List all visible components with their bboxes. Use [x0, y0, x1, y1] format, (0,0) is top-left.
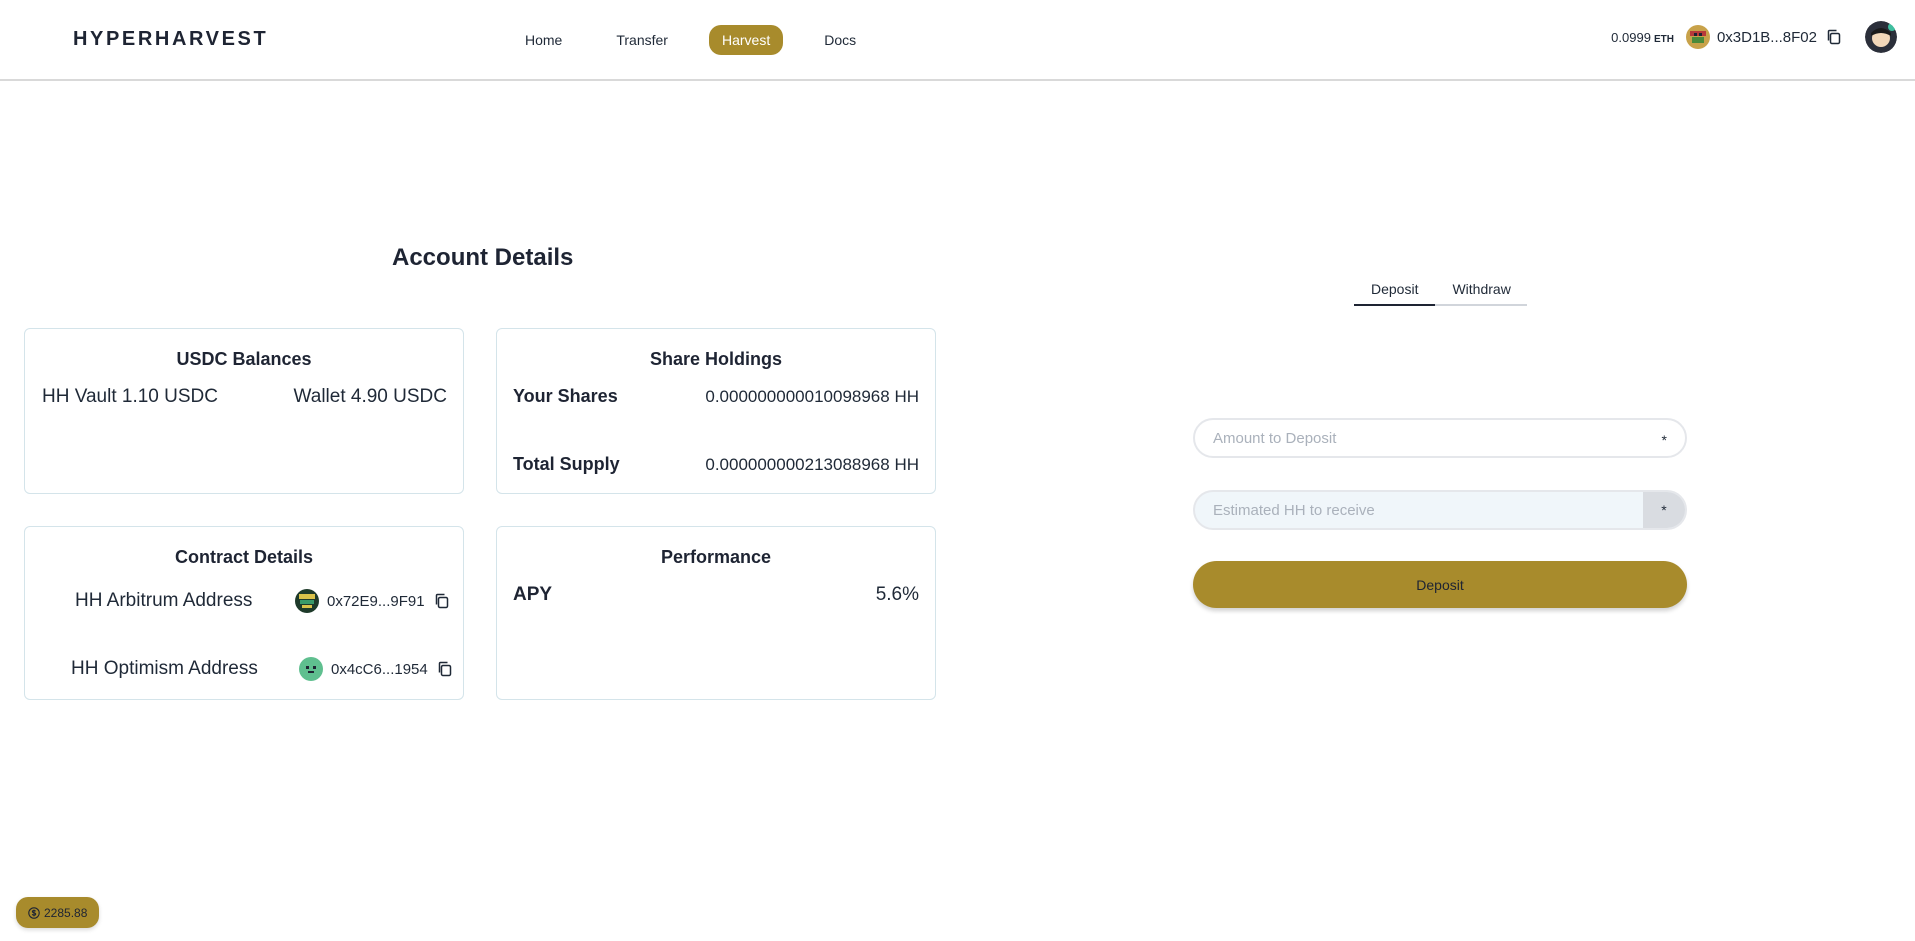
contract-details-title: Contract Details [174, 547, 314, 567]
wallet-balance: Wallet 4.90 USDC [293, 386, 447, 407]
vault-balance: HH Vault 1.10 USDC [42, 386, 218, 407]
eth-unit: ETH [1653, 33, 1674, 45]
copy-optimism-icon[interactable] [436, 660, 454, 678]
eth-balance-value: 0.0999 [1611, 29, 1651, 45]
estimated-hh-input [1195, 492, 1685, 528]
account-area: 0.0999 ETH 0x3D1B...8F02 [1611, 21, 1897, 53]
tab-deposit[interactable]: Deposit [1354, 280, 1436, 306]
copy-arbitrum-icon[interactable] [433, 592, 451, 610]
contract-details-card: Contract Details HH Arbitrum Address 0x7… [24, 526, 464, 700]
your-shares-label: Your Shares [513, 386, 618, 406]
estimated-hh-field: * [1193, 490, 1687, 530]
wallet-identicon-icon [1685, 25, 1710, 49]
arbitrum-address-value: 0x72E9...9F91 [327, 592, 425, 610]
deposit-withdraw-tabs: Deposit Withdraw [1354, 280, 1527, 306]
copy-icon[interactable] [1825, 28, 1843, 46]
total-supply-label: Total Supply [513, 454, 620, 474]
main-nav: Home Transfer Harvest Docs [512, 25, 897, 55]
required-mark: * [1661, 432, 1667, 448]
optimism-address-value: 0x4cC6...1954 [331, 660, 428, 678]
eth-price-value: 2285.88 [44, 905, 88, 920]
usdc-balances-title: USDC Balances [176, 349, 312, 369]
eth-price-badge[interactable]: 2285.88 [16, 897, 100, 928]
optimism-address-label: HH Optimism Address [71, 658, 258, 679]
optimism-identicon-icon [299, 657, 323, 681]
usdc-balances-card: USDC Balances HH Vault 1.10 USDC Wallet … [24, 328, 464, 494]
performance-title: Performance [660, 547, 772, 567]
nav-docs[interactable]: Docs [811, 25, 869, 55]
amount-to-deposit-input[interactable] [1195, 420, 1685, 456]
nav-harvest[interactable]: Harvest [708, 25, 784, 55]
user-avatar[interactable] [1865, 21, 1897, 53]
share-holdings-title: Share Holdings [649, 349, 783, 369]
required-mark-box: * [1643, 492, 1685, 528]
top-header: HYPERHARVEST Home Transfer Harvest Docs … [0, 0, 1915, 81]
brand-logo[interactable]: HYPERHARVEST [73, 28, 268, 51]
arbitrum-identicon-icon [295, 589, 319, 613]
deposit-button[interactable]: Deposit [1193, 561, 1687, 608]
apy-label: APY [513, 584, 553, 605]
nav-transfer[interactable]: Transfer [603, 25, 681, 55]
share-holdings-card: Share Holdings Your Shares 0.00000000001… [496, 328, 936, 494]
amount-to-deposit-field: * [1193, 418, 1687, 458]
page-title: Account Details [392, 244, 574, 271]
nav-home[interactable]: Home [512, 25, 575, 55]
optimism-address: 0x4cC6...1954 [299, 657, 454, 681]
dollar-coin-icon [28, 906, 40, 919]
arbitrum-address-label: HH Arbitrum Address [75, 590, 253, 611]
total-supply-value: 0.000000000213088968 HH [705, 455, 919, 474]
wallet-address: 0x3D1B...8F02 [1716, 28, 1817, 46]
wallet-address-pill[interactable]: 0x3D1B...8F02 [1685, 25, 1843, 49]
apy-value: 5.6% [875, 584, 919, 605]
arbitrum-address: 0x72E9...9F91 [295, 589, 451, 613]
eth-balance: 0.0999 ETH [1611, 30, 1674, 45]
required-mark-estimate: * [1661, 502, 1667, 518]
tab-withdraw[interactable]: Withdraw [1435, 280, 1527, 306]
performance-card: Performance APY 5.6% [496, 526, 936, 700]
your-shares-value: 0.000000000010098968 HH [705, 387, 919, 406]
